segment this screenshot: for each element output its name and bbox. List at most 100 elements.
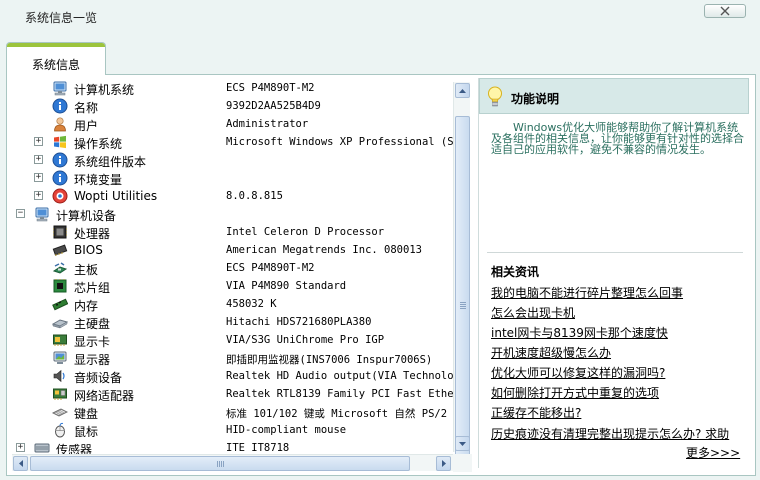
tree-row[interactable]: + 环境变量 — [10, 169, 456, 187]
tree-row[interactable]: 内存 458032 K — [10, 295, 456, 313]
lightbulb-icon — [488, 86, 502, 107]
memory-icon — [52, 296, 68, 312]
help-panel: 功能说明 Windows优化大师能够帮助你了解计算机系统及各组件的相关信息，让你… — [478, 78, 749, 468]
scroll-thumb[interactable] — [455, 116, 470, 462]
grip-line — [217, 461, 218, 467]
grip-line — [460, 306, 466, 307]
related-link[interactable]: 怎么会出现卡机 — [491, 304, 749, 321]
related-link[interactable]: intel网卡与8139网卡那个速度快 — [491, 324, 749, 341]
tree-item-label: Wopti Utilities — [74, 189, 158, 203]
scroll-left-button[interactable] — [13, 456, 28, 471]
collapse-button[interactable]: − — [16, 209, 25, 218]
tree-item-label: 名称 — [74, 101, 99, 115]
close-button[interactable] — [704, 4, 746, 18]
tree-vertical-scrollbar[interactable] — [453, 82, 470, 462]
tree-row[interactable]: 显示卡 VIA/S3G UniChrome Pro IGP — [10, 331, 456, 349]
motherboard-icon — [52, 260, 68, 276]
scroll-up-button[interactable] — [455, 83, 470, 98]
tree-item-value: HID-compliant mouse — [226, 424, 347, 436]
expand-button[interactable]: + — [34, 155, 43, 164]
monitor-icon — [52, 350, 68, 366]
tree-item-value: ECS P4M890T-M2 — [226, 262, 315, 274]
bios-chip-icon — [52, 242, 68, 258]
keyboard-icon — [52, 404, 68, 420]
mouse-icon — [52, 422, 68, 438]
expand-button[interactable]: + — [34, 191, 43, 200]
network-card-icon — [52, 386, 68, 402]
help-header: 功能说明 — [479, 78, 749, 114]
tree-item-value: ITE IT8718 — [226, 442, 290, 454]
system-info-window: 系统信息一览 系统信息 计算机系统 ECS P4M890T-M2 名称 9392D2A… — [0, 0, 760, 480]
user-icon — [52, 116, 68, 132]
tree-row[interactable]: 主板 ECS P4M890T-M2 — [10, 259, 456, 277]
info-icon — [52, 152, 68, 168]
tree-row[interactable]: + Wopti Utilities 8.0.8.815 — [10, 187, 456, 205]
close-icon — [720, 6, 730, 16]
tree-item-label: 环境变量 — [74, 173, 123, 187]
scroll-right-button[interactable] — [436, 456, 451, 471]
related-link[interactable]: 正缓存不能移出? — [491, 404, 749, 421]
system-info-tree[interactable]: 计算机系统 ECS P4M890T-M2 名称 9392D2AA525B4D9 用户 Ad… — [10, 78, 472, 458]
tab-accent-bar — [7, 43, 105, 47]
scroll-down-button[interactable] — [455, 436, 470, 451]
tree-item-label: 显示卡 — [74, 335, 111, 349]
tree-row[interactable]: 计算机系统 ECS P4M890T-M2 — [10, 79, 456, 97]
related-link[interactable]: 如何删除打开方式中重复的选项 — [491, 384, 749, 401]
tree-row[interactable]: 芯片组 VIA P4M890 Standard — [10, 277, 456, 295]
arrow-down-icon — [459, 441, 466, 446]
tree-horizontal-scrollbar[interactable] — [12, 454, 453, 471]
expand-button[interactable]: + — [16, 443, 25, 452]
related-link[interactable]: 历史痕迹没有清理完整出现提示怎么办? 求助 — [491, 425, 749, 442]
tree-item-value: Intel Celeron D Processor — [226, 226, 385, 238]
tree-item-label: 操作系统 — [74, 137, 123, 151]
tree-row[interactable]: 用户 Administrator — [10, 115, 456, 133]
tree-row[interactable]: 名称 9392D2AA525B4D9 — [10, 97, 456, 115]
arrow-up-icon — [459, 88, 466, 93]
tree-row[interactable]: 鼠标 HID-compliant mouse — [10, 421, 456, 439]
grip-line — [219, 461, 220, 467]
info-icon — [52, 170, 68, 186]
computer-icon — [34, 206, 50, 222]
related-link[interactable]: 我的电脑不能进行碎片整理怎么回事 — [491, 284, 749, 301]
more-link[interactable]: 更多>>> — [686, 444, 740, 461]
tree-row[interactable]: 网络适配器 Realtek RTL8139 Family PCI Fast Eth… — [10, 385, 456, 403]
related-link[interactable]: 开机速度超级慢怎么办 — [491, 344, 749, 361]
related-link[interactable]: 优化大师可以修复这样的漏洞吗? — [491, 364, 749, 381]
wopti-icon — [52, 188, 68, 204]
expand-button[interactable]: + — [34, 173, 43, 182]
tree-item-value: Administrator — [226, 118, 309, 130]
grip-line — [221, 461, 222, 467]
tab-system-info[interactable]: 系统信息 — [6, 42, 106, 75]
tree-row[interactable]: 处理器 Intel Celeron D Processor — [10, 223, 456, 241]
info-icon — [52, 98, 68, 114]
tree-item-value: 9392D2AA525B4D9 — [226, 100, 321, 112]
tree-row[interactable]: + 操作系统 Microsoft Windows XP Professional (… — [10, 133, 456, 151]
arrow-left-icon — [18, 460, 23, 467]
tree-item-label: 主板 — [74, 263, 99, 277]
tree-item-label: 主硬盘 — [74, 317, 111, 331]
tree-item-label: 芯片组 — [74, 281, 111, 295]
divider — [487, 252, 743, 253]
tree-row[interactable]: 显示器 即插即用监视器(INS7006 Inspur7006S) — [10, 349, 456, 367]
expand-button[interactable]: + — [34, 137, 43, 146]
tree-item-value: 即插即用监视器(INS7006 Inspur7006S) — [226, 354, 433, 366]
tree-row[interactable]: + 系统组件版本 — [10, 151, 456, 169]
chipset-icon — [52, 278, 68, 294]
tree-item-label: 键盘 — [74, 407, 99, 421]
tree-item-label: 网络适配器 — [74, 389, 135, 403]
tree-row[interactable]: 音频设备 Realtek HD Audio output(VIA Technolo… — [10, 367, 456, 385]
tree-row[interactable]: − 计算机设备 — [10, 205, 456, 223]
tree-row[interactable]: BIOS American Megatrends Inc. 080013 — [10, 241, 456, 259]
speaker-icon — [52, 368, 68, 384]
tree-item-value: American Megatrends Inc. 080013 — [226, 244, 422, 256]
tree-row[interactable]: 主硬盘 Hitachi HDS721680PLA380 — [10, 313, 456, 331]
tree-row[interactable]: 键盘 标准 101/102 键或 Microsoft 自然 PS/2 — [10, 403, 456, 421]
tree-item-label: 处理器 — [74, 227, 111, 241]
video-card-icon — [52, 332, 68, 348]
windows-logo-icon — [52, 134, 68, 150]
tree-item-value: Realtek RTL8139 Family PCI Fast Ethern — [226, 388, 456, 400]
tree-item-value: 458032 K — [226, 298, 277, 310]
tree-item-label: 计算机系统 — [74, 83, 135, 97]
tree-item-label: 音频设备 — [74, 371, 123, 385]
horizontal-scroll-thumb[interactable] — [30, 456, 410, 471]
